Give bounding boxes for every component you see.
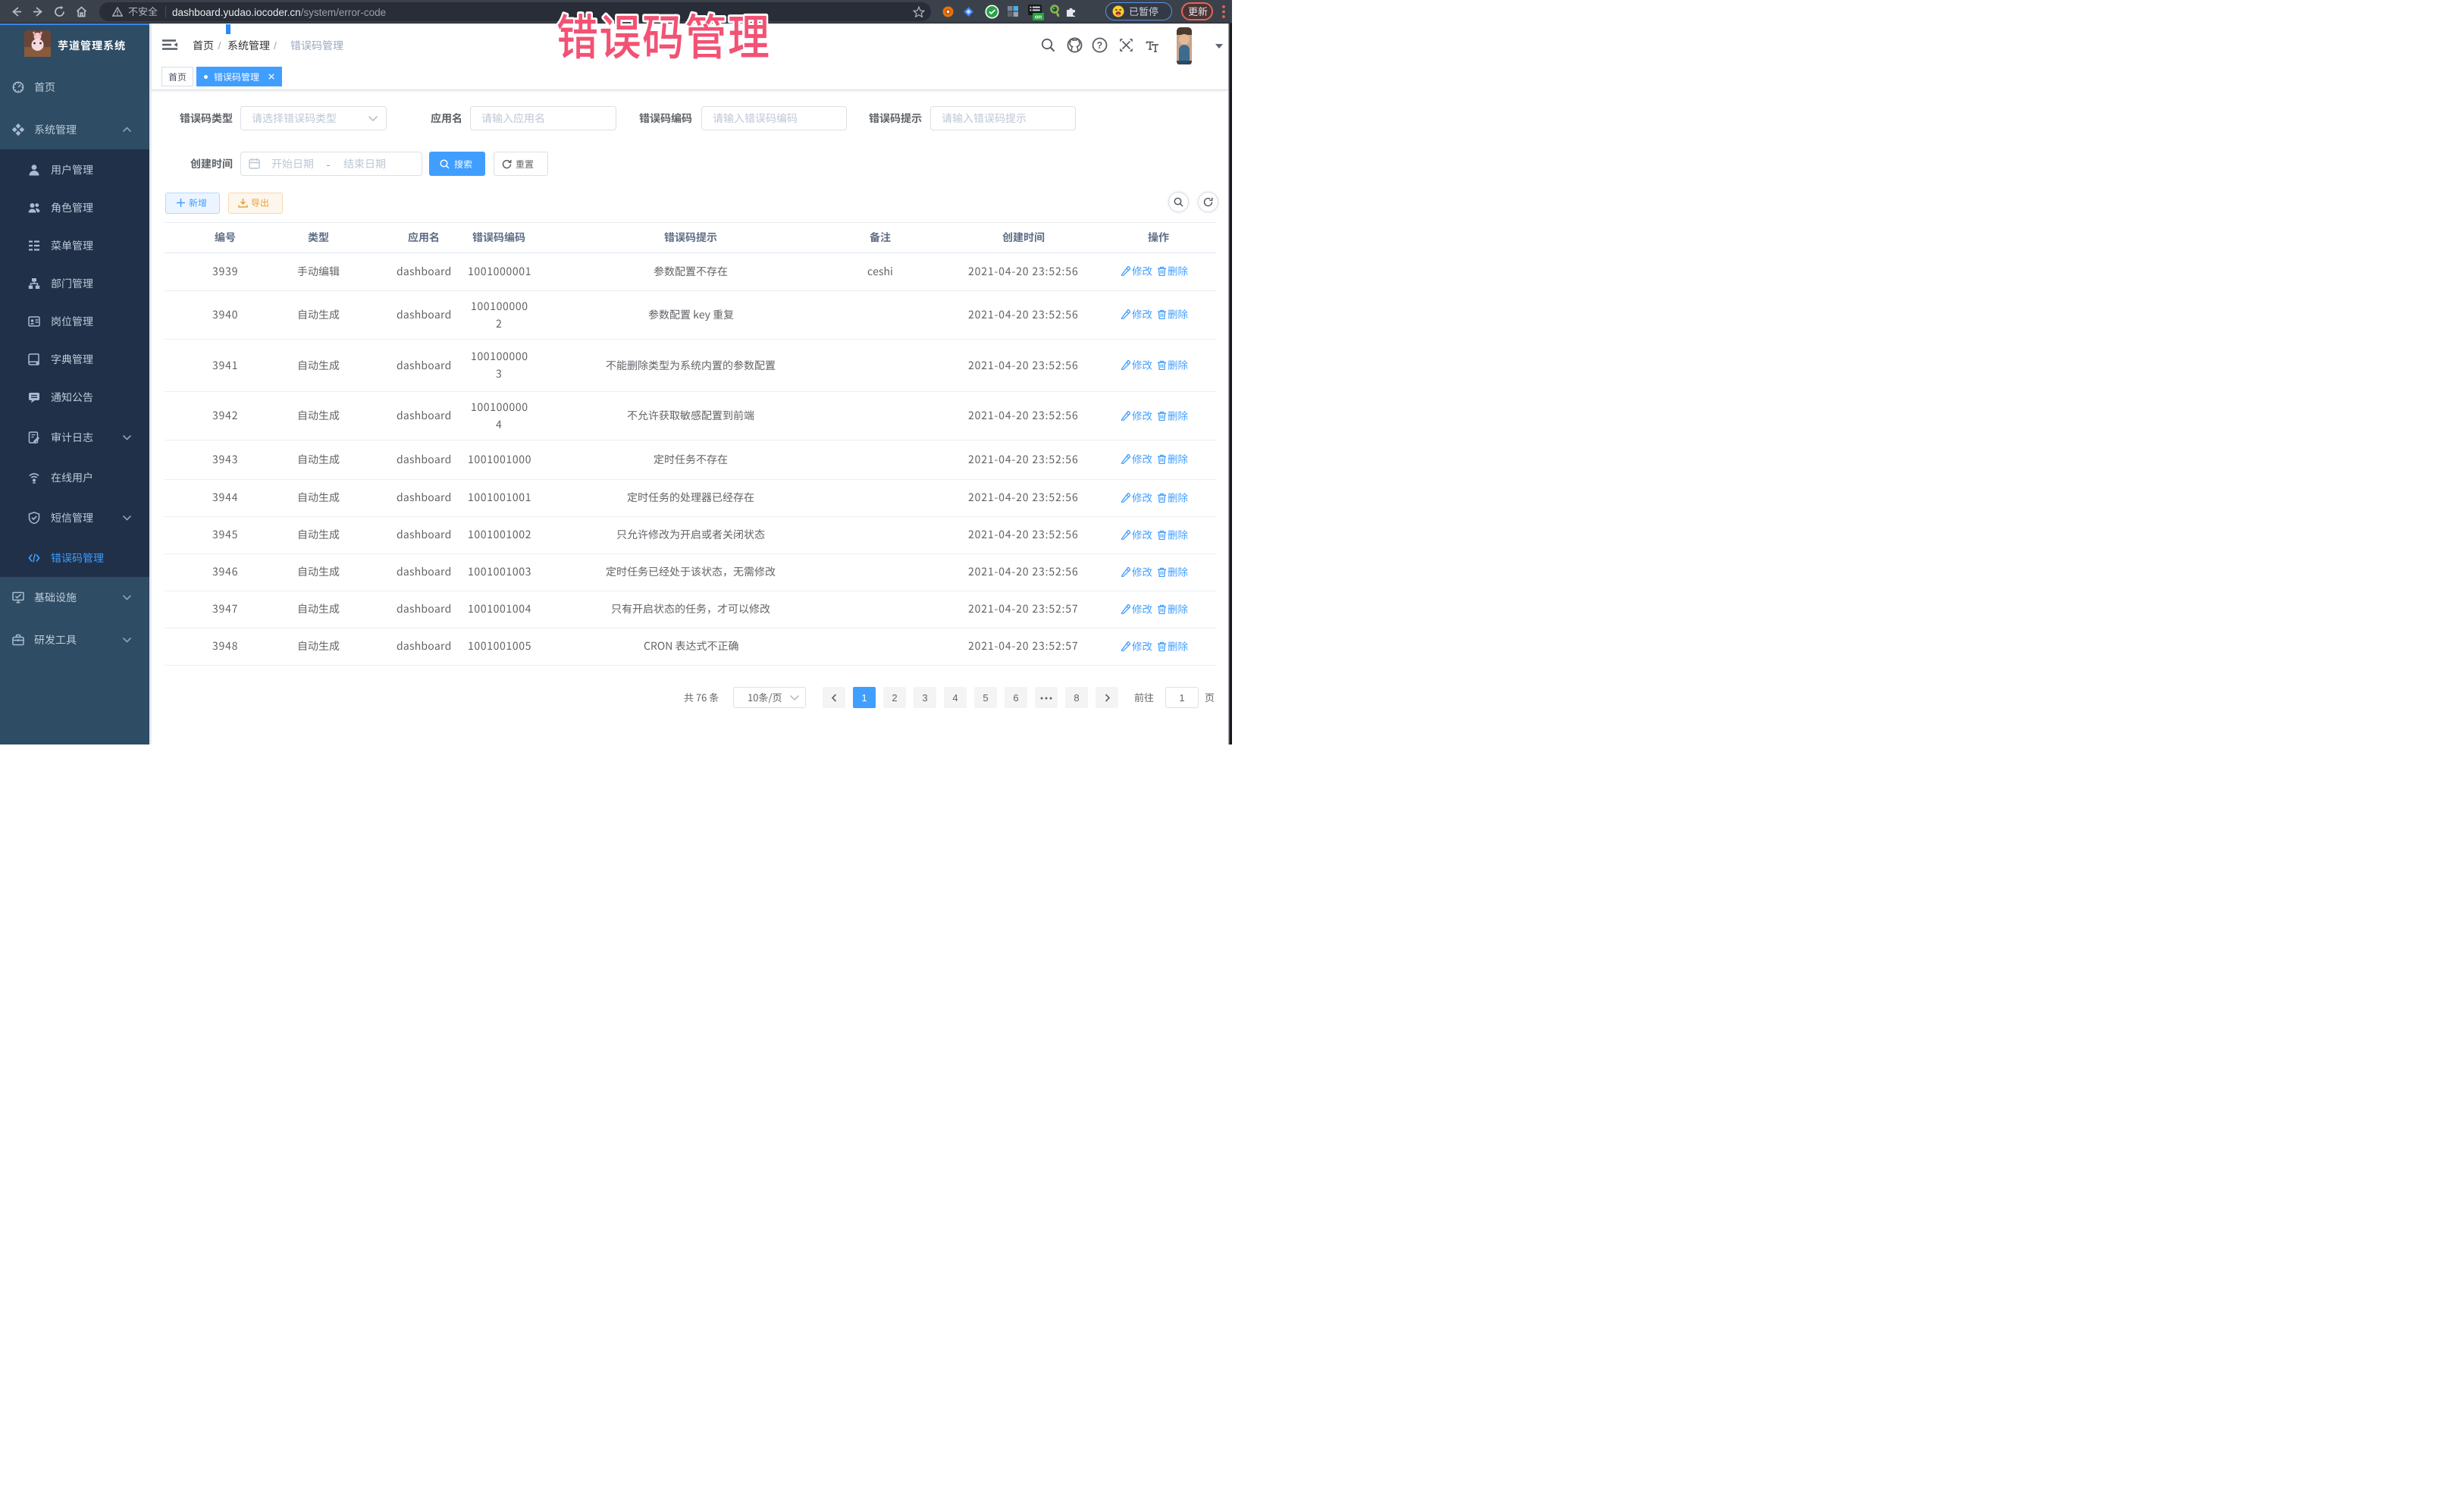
svg-text:?: ? [1097,40,1103,51]
svg-text:on: on [1035,14,1042,20]
